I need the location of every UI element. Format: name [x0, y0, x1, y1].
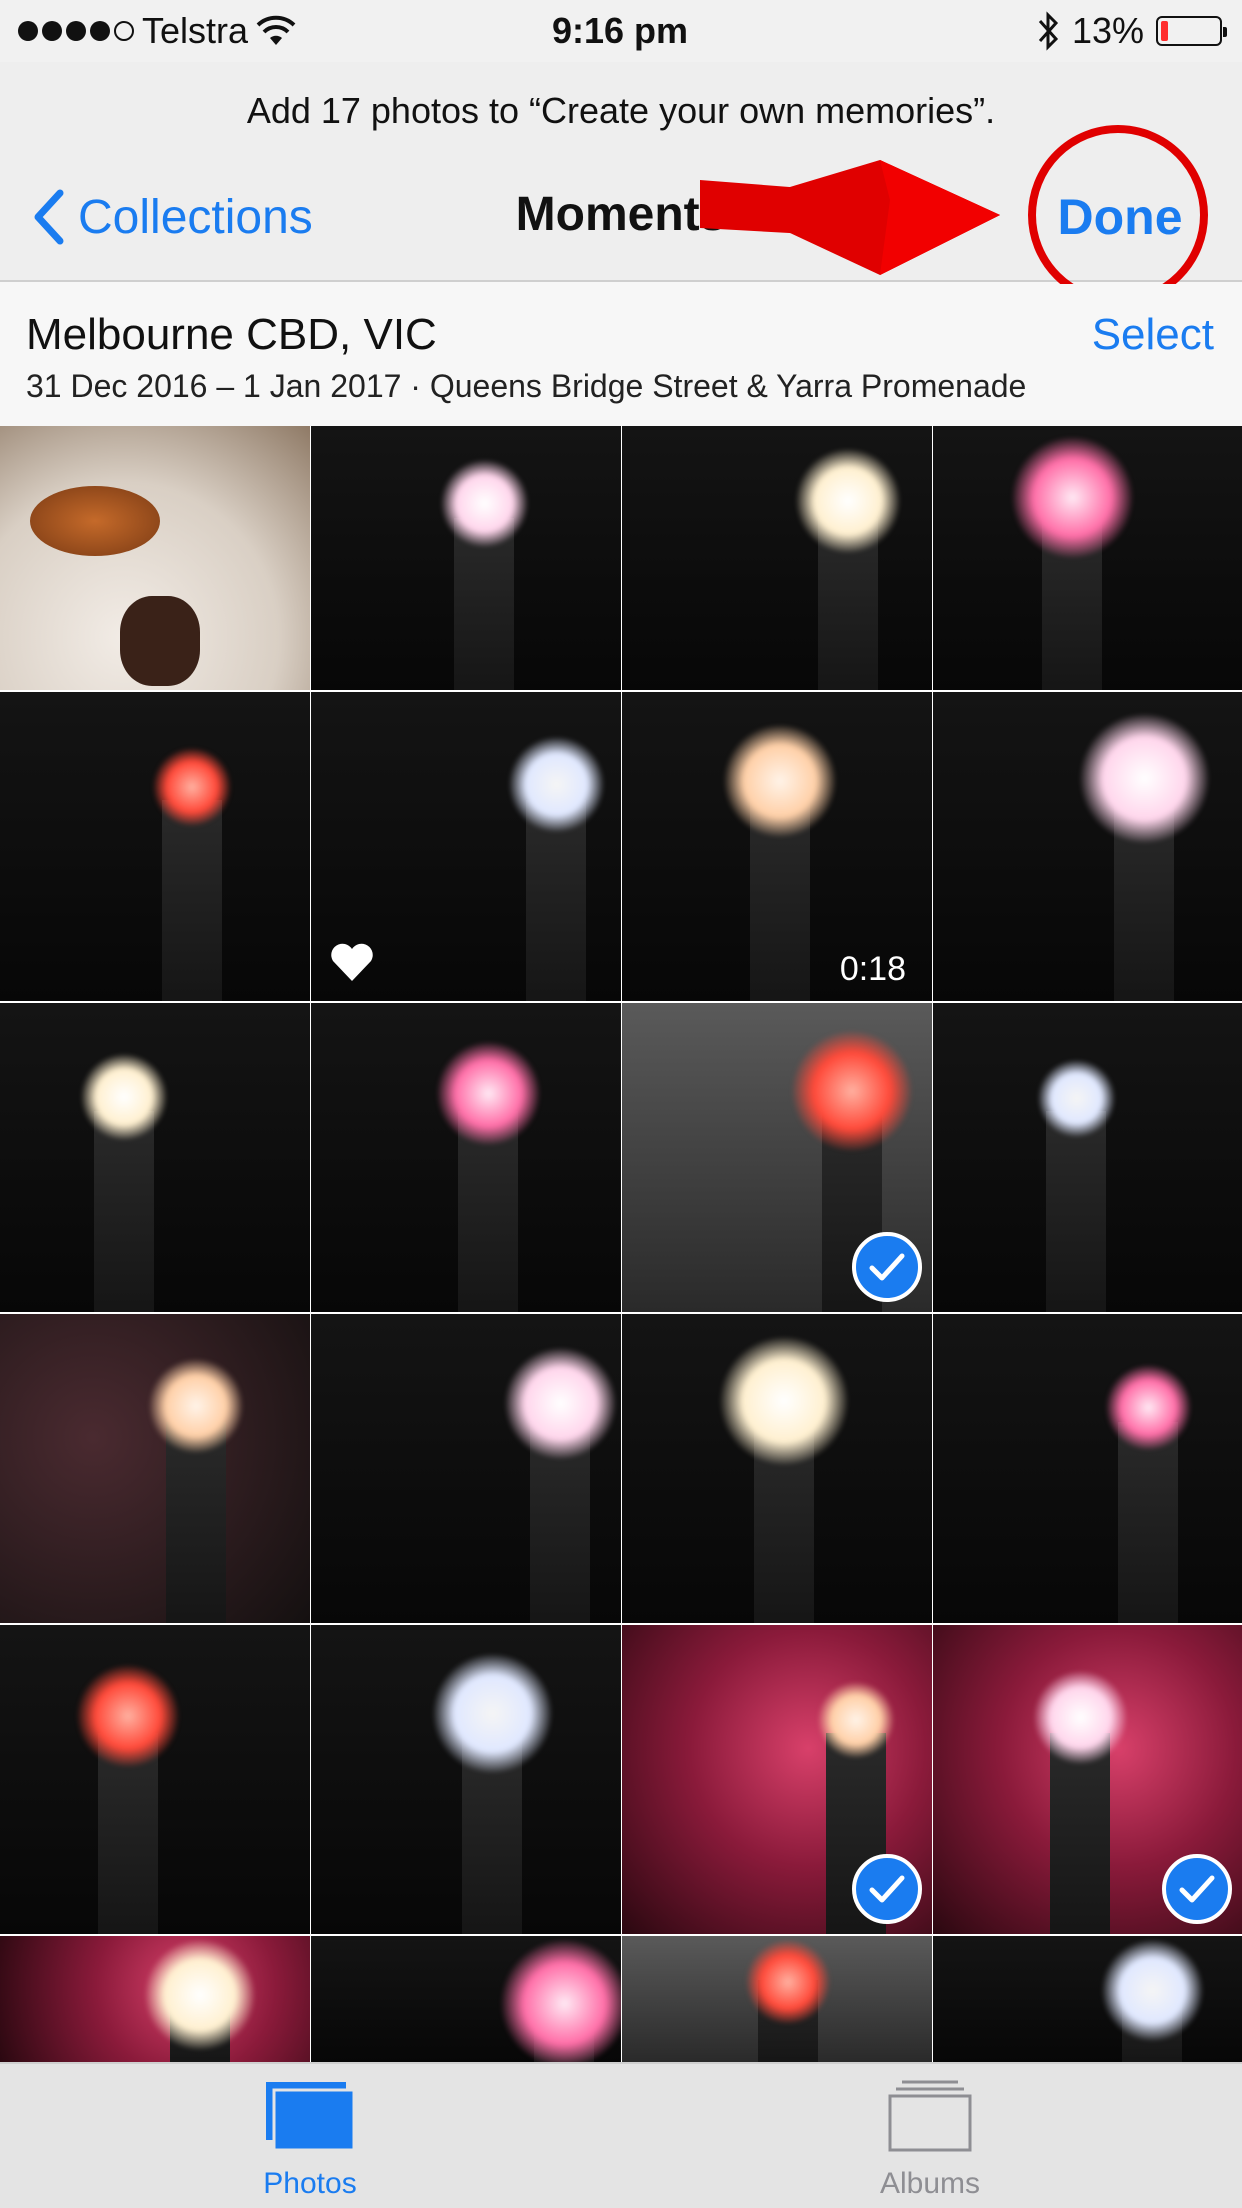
done-button[interactable]: Done: [1040, 182, 1200, 252]
firework-burst: [818, 1682, 894, 1759]
firework-burst: [724, 725, 836, 838]
photo-thumbnail[interactable]: [311, 692, 621, 1001]
add-photos-prompt: Add 17 photos to “Create your own memori…: [246, 90, 996, 131]
photo-thumbnail[interactable]: [311, 1625, 621, 1934]
tower-silhouette: [94, 1111, 154, 1312]
photo-thumbnail[interactable]: [0, 692, 310, 1001]
photo-thumbnail[interactable]: [622, 1625, 932, 1934]
firework-burst: [796, 448, 900, 553]
tab-photos[interactable]: Photos: [190, 2078, 430, 2201]
tower-silhouette: [1046, 1111, 1106, 1312]
firework-burst: [153, 748, 231, 826]
photo-thumbnail[interactable]: [0, 1936, 310, 2062]
firework-burst: [792, 1031, 912, 1151]
moment-subtitle: 31 Dec 2016 – 1 Jan 2017 · Queens Bridge…: [26, 368, 1027, 404]
firework-burst: [81, 1053, 167, 1140]
photo-thumbnail[interactable]: [622, 1314, 932, 1623]
photo-thumbnail[interactable]: [0, 1625, 310, 1934]
favorite-heart-icon: [331, 943, 373, 981]
plate-shape: [30, 486, 160, 556]
signal-strength-icon: [18, 21, 134, 41]
photo-thumbnail[interactable]: [933, 1936, 1242, 2062]
firework-burst: [500, 1940, 621, 2062]
photo-thumbnail[interactable]: [622, 1003, 932, 1312]
carrier-name: Telstra: [142, 10, 249, 51]
photo-thumbnail[interactable]: [311, 1003, 621, 1312]
status-bar: Telstra 9:16 pm 13%: [0, 0, 1242, 62]
tab-bar: Photos Albums: [0, 2062, 1242, 2208]
photo-grid: 0:18: [0, 426, 1242, 2062]
firework-burst: [1101, 1940, 1203, 2041]
video-duration: 0:18: [839, 950, 906, 988]
photo-thumbnail[interactable]: [933, 692, 1242, 1001]
firework-burst: [1105, 1365, 1191, 1451]
albums-tab-icon: [888, 2080, 972, 2152]
status-left: Telstra: [18, 10, 426, 52]
selected-checkmark-icon: [852, 1232, 922, 1302]
firework-burst: [720, 1336, 848, 1465]
selected-checkmark-icon: [1162, 1854, 1232, 1924]
photo-thumbnail[interactable]: [933, 426, 1242, 690]
nav-title: Moments: [515, 188, 727, 241]
firework-burst: [1037, 1059, 1115, 1137]
photo-thumbnail[interactable]: [311, 1314, 621, 1623]
photo-thumbnail[interactable]: [311, 1936, 621, 2062]
chevron-left-icon: [34, 189, 64, 245]
photo-thumbnail[interactable]: 0:18: [622, 692, 932, 1001]
photo-thumbnail[interactable]: [933, 1625, 1242, 1934]
firework-burst: [1011, 437, 1133, 559]
wifi-icon: [256, 15, 296, 45]
photo-thumbnail[interactable]: [933, 1314, 1242, 1623]
photo-thumbnail[interactable]: [0, 1314, 310, 1623]
photo-thumbnail[interactable]: [311, 426, 621, 690]
photo-thumbnail[interactable]: [0, 426, 310, 690]
firework-burst: [504, 1348, 616, 1459]
firework-burst: [1033, 1671, 1127, 1764]
photo-thumbnail[interactable]: [933, 1003, 1242, 1312]
photo-thumbnail[interactable]: [622, 426, 932, 690]
firework-burst: [508, 736, 604, 832]
moment-header: Melbourne CBD, VIC 31 Dec 2016 – 1 Jan 2…: [0, 284, 1242, 426]
battery-percent: 13%: [1071, 10, 1145, 51]
steak-shape: [120, 596, 200, 686]
bluetooth-icon: [1038, 11, 1059, 51]
photo-thumbnail[interactable]: [0, 1003, 310, 1312]
selected-checkmark-icon: [852, 1854, 922, 1924]
status-time: 9:16 pm: [551, 10, 689, 51]
battery-icon: [1156, 16, 1228, 46]
photo-thumbnail[interactable]: [622, 1936, 932, 2062]
photos-app-screen: Telstra 9:16 pm 13% Add 17 photos to “Cr…: [0, 0, 1242, 2208]
moment-title: Melbourne CBD, VIC: [26, 310, 437, 359]
tower-silhouette: [162, 800, 222, 1001]
status-right: 13%: [814, 10, 1228, 52]
select-button[interactable]: Select: [1092, 310, 1214, 360]
tab-albums-label: Albums: [879, 2167, 981, 2200]
back-button[interactable]: Collections: [32, 182, 313, 252]
firework-burst: [436, 1042, 540, 1146]
photos-tab-icon: [266, 2082, 356, 2152]
firework-burst: [746, 1940, 830, 2024]
firework-burst: [149, 1359, 243, 1454]
tab-photos-label: Photos: [263, 2167, 357, 2200]
tower-silhouette: [1118, 1422, 1178, 1623]
firework-burst: [440, 460, 528, 547]
firework-burst: [432, 1653, 552, 1773]
navigation-header: Add 17 photos to “Create your own memori…: [0, 62, 1242, 282]
firework-burst: [1079, 714, 1209, 843]
firework-burst: [77, 1665, 179, 1767]
battery-level-fill: [1161, 21, 1169, 41]
back-button-label: Collections: [78, 190, 313, 244]
tab-albums[interactable]: Albums: [810, 2078, 1050, 2201]
firework-burst: [145, 1940, 255, 2050]
